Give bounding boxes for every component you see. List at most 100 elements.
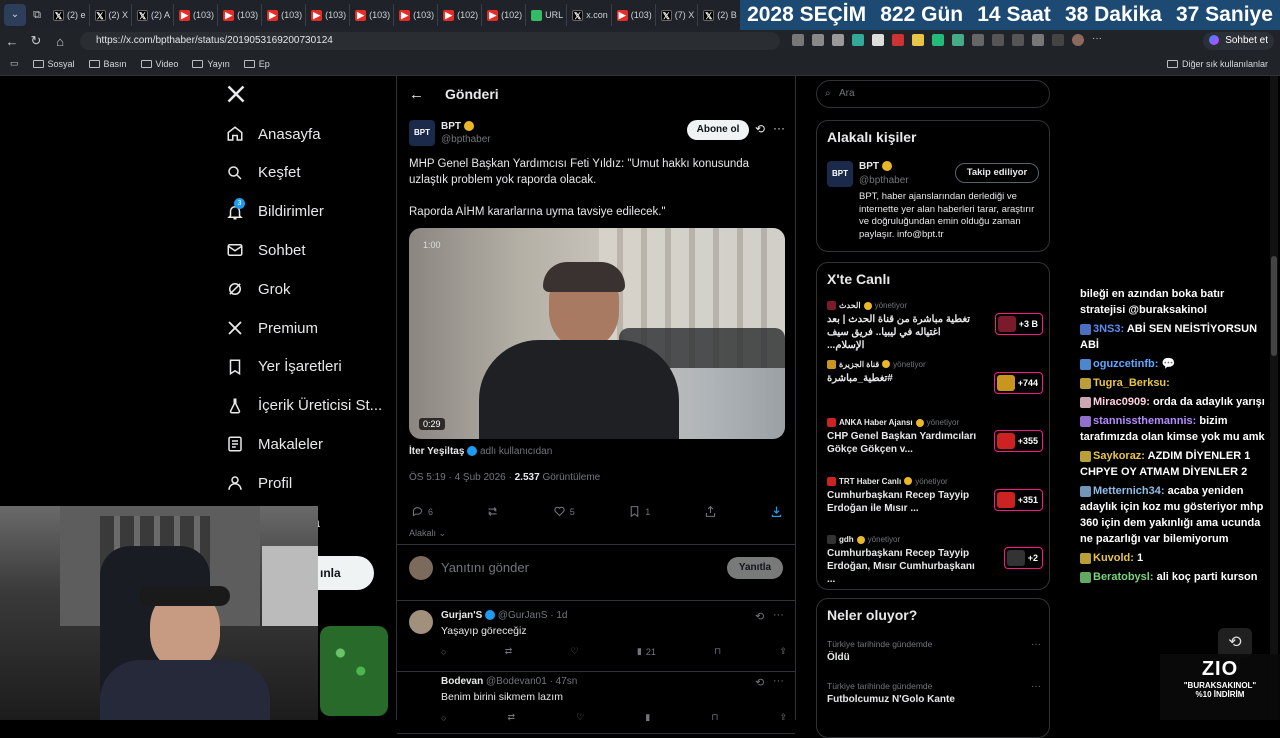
browser-tab[interactable]: ▶(103): [352, 4, 395, 26]
extension-icon[interactable]: [972, 34, 984, 46]
more-icon[interactable]: ···: [1031, 681, 1041, 692]
tab-actions-icon[interactable]: ⧉: [26, 9, 48, 22]
browser-tab[interactable]: ▶ (102): [484, 4, 527, 26]
sidebar-item-bookmark[interactable]: Yer İşaretleri: [226, 353, 342, 381]
heart-icon[interactable]: ♡: [571, 646, 579, 657]
live-listener-badge[interactable]: +744: [993, 371, 1043, 394]
share-action[interactable]: [704, 505, 717, 518]
like-action[interactable]: 5: [553, 505, 575, 518]
search-input[interactable]: ⌕ Ara: [816, 80, 1050, 108]
browser-tab[interactable]: ▶(103): [264, 4, 307, 26]
download-action[interactable]: [770, 505, 783, 518]
sidebar-item-home[interactable]: Anasayfa: [226, 120, 321, 148]
bookmark-folder[interactable]: Video: [140, 59, 178, 69]
share-icon[interactable]: ⇪: [779, 712, 787, 723]
sidebar-item-person[interactable]: Profil: [226, 469, 292, 497]
subscribe-button[interactable]: Abone ol: [687, 120, 749, 140]
live-listener-badge[interactable]: +351: [993, 488, 1043, 511]
extension-icon[interactable]: [812, 34, 824, 46]
chat-username[interactable]: Metternich34:: [1093, 485, 1165, 497]
repost-action[interactable]: [486, 505, 499, 518]
sidebar-item-search[interactable]: Keşfet: [226, 159, 301, 187]
more-icon[interactable]: ···: [1031, 639, 1041, 650]
chat-username[interactable]: Tugra_Berksu:: [1093, 377, 1170, 389]
browser-tab[interactable]: ▶(103): [396, 4, 439, 26]
bookmark-folder[interactable]: Sosyal: [32, 59, 75, 69]
browser-tab[interactable]: 𝕏 (7) X: [658, 4, 699, 26]
extension-icon[interactable]: [952, 34, 964, 46]
author-name[interactable]: BPT: [441, 121, 474, 132]
trend-item[interactable]: Türkiye tarihinde gündemde Öldü ···: [827, 639, 1041, 663]
chat-username[interactable]: stannissthemannis:: [1093, 415, 1196, 427]
avatar[interactable]: BPT: [827, 161, 853, 187]
reload-icon[interactable]: ↻: [24, 33, 48, 49]
home-browser-icon[interactable]: ⌂: [48, 34, 72, 49]
browser-tab[interactable]: ▶ (102): [440, 4, 483, 26]
bookmarks-icon[interactable]: ▭: [10, 58, 19, 69]
browser-tab[interactable]: URL: [528, 4, 568, 26]
bookmark-action[interactable]: 1: [628, 505, 650, 518]
video-player[interactable]: 1:00 0:29: [409, 228, 785, 439]
bookmark-folder[interactable]: Basın: [88, 59, 127, 69]
browser-tab[interactable]: ▶(103): [220, 4, 263, 26]
grok-icon[interactable]: ⟲: [755, 122, 765, 136]
extension-icon[interactable]: [912, 34, 924, 46]
live-space-item[interactable]: TRT Haber Canlı yönetiyor Cumhurbaşkanı Re…: [827, 476, 1043, 515]
reply-author[interactable]: Bodevan: [441, 676, 483, 687]
extension-icon[interactable]: [852, 34, 864, 46]
browser-tab[interactable]: 𝕏 (2) B: [700, 4, 741, 26]
repost-icon[interactable]: ⇄: [505, 646, 513, 657]
chat-username[interactable]: oguzcetinfb:: [1093, 358, 1158, 370]
reply-handle[interactable]: @Bodevan01: [486, 676, 547, 687]
views-action[interactable]: ▮: [645, 712, 650, 723]
extension-icon[interactable]: [832, 34, 844, 46]
extension-icon[interactable]: [872, 34, 884, 46]
reply-icon[interactable]: ○: [441, 712, 446, 723]
avatar[interactable]: [409, 676, 433, 700]
reply-input[interactable]: Yanıtını gönder: [441, 560, 701, 575]
sidebar-item-flask[interactable]: İçerik Üreticisi St...: [226, 392, 382, 420]
heart-icon[interactable]: ♡: [576, 712, 584, 723]
live-space-item[interactable]: قناة الجزيرة yönetiyor #تغطية_مباشرة +744: [827, 359, 1043, 394]
browser-tab[interactable]: ▶(103): [176, 4, 219, 26]
bookmark-folder[interactable]: Yayın: [192, 59, 230, 69]
x-logo[interactable]: [226, 84, 246, 104]
share-icon[interactable]: ⇪: [779, 646, 787, 657]
chat-username[interactable]: Saykoraz:: [1093, 450, 1145, 462]
reply-time[interactable]: · 47sn: [550, 676, 578, 687]
extension-icon[interactable]: [1052, 34, 1064, 46]
chat-username[interactable]: 3NS3:: [1093, 323, 1124, 335]
browser-tab[interactable]: 𝕏x.con: [569, 4, 612, 26]
sidebar-item-bell[interactable]: 3 Bildirimler: [226, 197, 324, 226]
grok-icon[interactable]: ⟲: [755, 676, 764, 689]
bookmark-icon[interactable]: ⊓: [714, 646, 721, 657]
browser-tab[interactable]: ▶(103): [614, 4, 656, 26]
chat-username[interactable]: Mirac0909:: [1093, 396, 1150, 408]
extension-icon[interactable]: [1012, 34, 1024, 46]
reply-author[interactable]: Gurjan'S: [441, 610, 482, 621]
bookmark-folder[interactable]: Ep: [243, 59, 270, 69]
avatar[interactable]: BPT: [409, 120, 435, 146]
tab-list-menu[interactable]: ⌄: [4, 4, 26, 26]
other-bookmarks-folder[interactable]: Diğer sık kullanılanlar: [1166, 59, 1268, 69]
following-button[interactable]: Takip ediliyor: [955, 163, 1039, 183]
reply-icon[interactable]: ○: [441, 646, 446, 657]
browser-tab[interactable]: ▶(103): [308, 4, 351, 26]
grok-icon[interactable]: ⟲: [755, 610, 764, 623]
trend-item[interactable]: Türkiye tarihinde gündemde Futbolcumuz N'…: [827, 681, 1041, 705]
sidebar-item-mail[interactable]: Sohbet: [226, 236, 306, 264]
bookmark-icon[interactable]: ⊓: [711, 712, 718, 723]
live-space-item[interactable]: الحدث yönetiyor تغطية مباشرة من قناة الحدث…: [827, 301, 1043, 352]
avatar[interactable]: [409, 610, 433, 634]
extension-icon[interactable]: [932, 34, 944, 46]
sidebar-item-x[interactable]: Premium: [226, 314, 318, 342]
author-handle[interactable]: @bpthaber: [441, 134, 491, 145]
extension-icon[interactable]: [892, 34, 904, 46]
extension-icon[interactable]: [792, 34, 804, 46]
chat-username[interactable]: Kuvold:: [1093, 552, 1134, 564]
tagged-user[interactable]: İter Yeşiltaş adlı kullanıcıdan: [409, 446, 552, 457]
avatar[interactable]: [1072, 34, 1084, 46]
chat-username[interactable]: Beratobysl:: [1093, 571, 1154, 583]
views-action[interactable]: ▮ 21: [637, 646, 656, 657]
reply-action[interactable]: 6: [411, 505, 433, 518]
